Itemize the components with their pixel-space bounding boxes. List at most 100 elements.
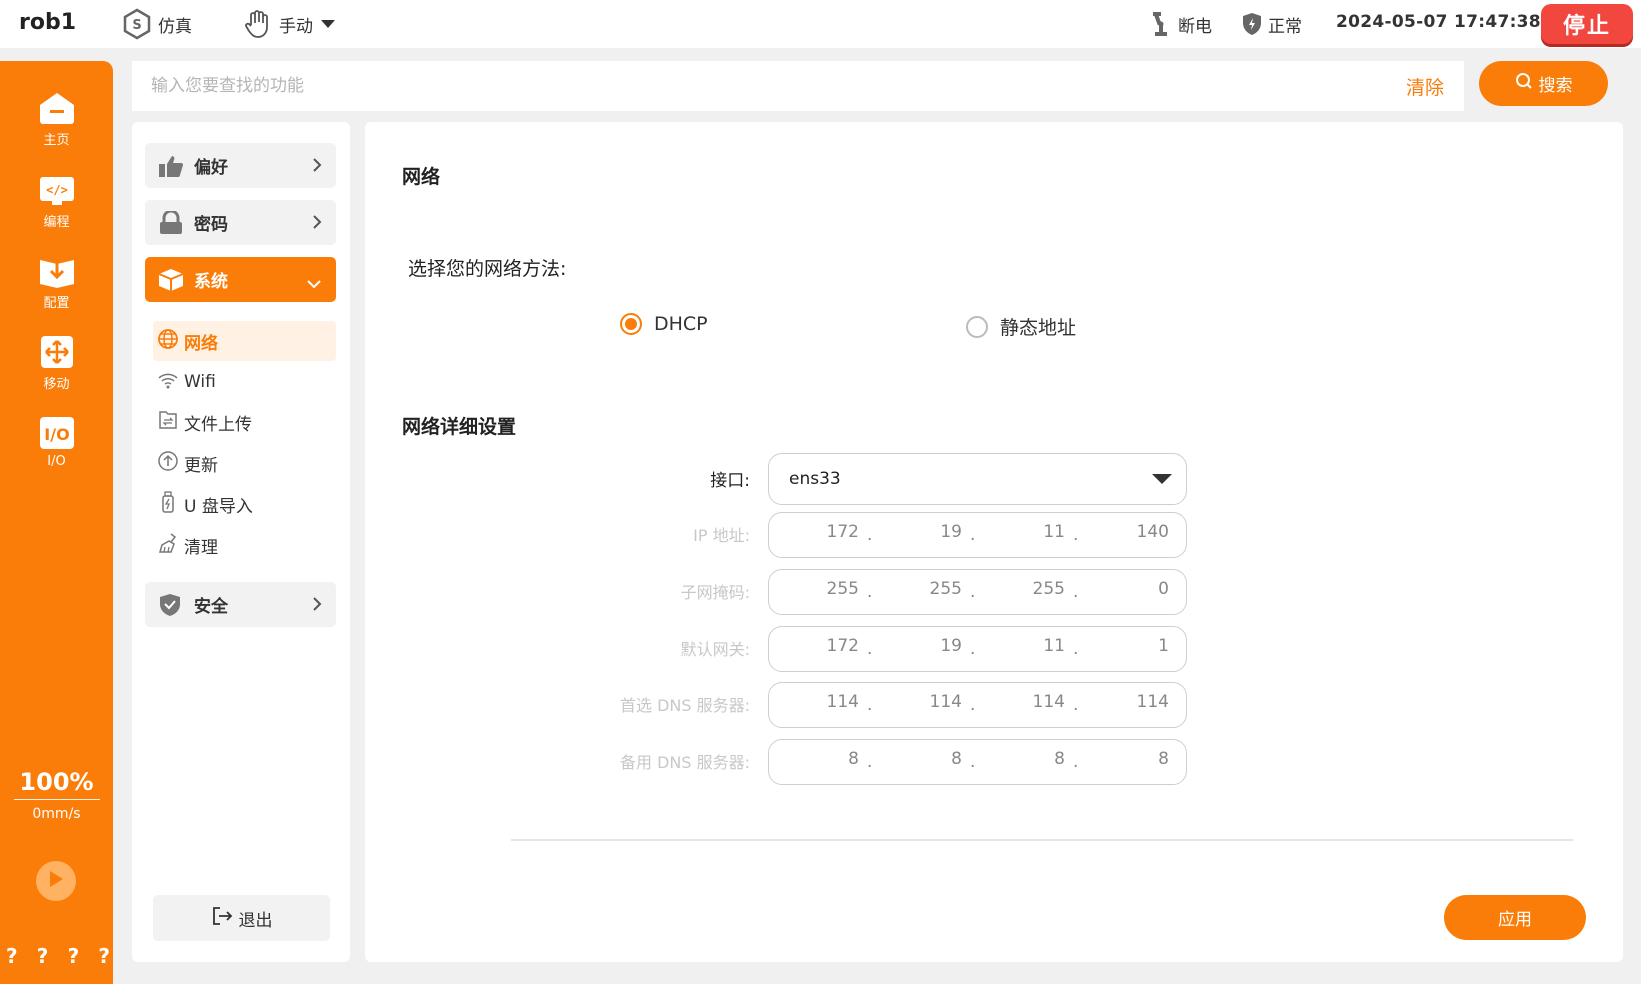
nav-item-program[interactable]: </> 编程 xyxy=(0,173,113,230)
octet[interactable]: 8 xyxy=(985,749,1065,769)
manual-mode-dropdown[interactable]: 手动 xyxy=(243,8,337,40)
radio-label: DHCP xyxy=(654,313,708,335)
octet[interactable]: 255 xyxy=(882,579,962,599)
radio-static[interactable]: 静态地址 xyxy=(966,313,1076,340)
speed-value: 0mm/s xyxy=(32,806,81,822)
robot-arm-icon xyxy=(1150,11,1172,37)
nav-item-config[interactable]: 配置 xyxy=(0,254,113,311)
radio-label: 静态地址 xyxy=(1000,317,1077,339)
interface-label: 接口: xyxy=(710,471,750,491)
radio-circle xyxy=(966,315,988,338)
octet[interactable]: 8 xyxy=(1089,749,1169,769)
status-mark: ? xyxy=(36,944,49,968)
dns-secondary-field[interactable]: 8 . 8 . 8 . 8 xyxy=(768,739,1187,785)
search-input[interactable] xyxy=(132,61,1362,111)
sub-item-usb-import[interactable]: U 盘导入 xyxy=(153,484,336,524)
simulation-mode[interactable]: S 仿真 xyxy=(122,8,192,40)
nav-item-move[interactable]: 移动 xyxy=(0,335,113,392)
search-button[interactable]: 搜索 xyxy=(1479,61,1608,106)
io-icon: I/O xyxy=(38,416,76,450)
gateway-field[interactable]: 172 . 19 . 11 . 1 xyxy=(768,626,1187,672)
octet[interactable]: 255 xyxy=(779,579,859,599)
usb-icon xyxy=(157,490,179,518)
radio-dhcp[interactable]: DHCP xyxy=(620,313,708,335)
menu-group-preferences[interactable]: 偏好 xyxy=(145,143,336,188)
sub-item-label: U 盘导入 xyxy=(184,496,253,517)
octet[interactable]: 114 xyxy=(1089,692,1169,712)
play-button[interactable] xyxy=(36,861,76,901)
file-transfer-icon xyxy=(157,409,179,436)
logout-icon xyxy=(211,905,233,932)
gateway-label: 默认网关: xyxy=(680,640,750,659)
octet[interactable]: 19 xyxy=(882,636,962,656)
octet[interactable]: 11 xyxy=(985,636,1065,656)
sub-item-cleanup[interactable]: 清理 xyxy=(153,525,336,565)
octet[interactable]: 8 xyxy=(779,749,859,769)
sub-item-label: 网络 xyxy=(184,333,218,354)
dns-primary-field[interactable]: 114 . 114 . 114 . 114 xyxy=(768,682,1187,728)
thumbs-up-icon xyxy=(158,154,184,178)
nav-label-home: 主页 xyxy=(43,133,70,148)
code-icon: </> xyxy=(38,173,76,207)
octet[interactable]: 11 xyxy=(985,522,1065,542)
radio-circle xyxy=(620,313,642,335)
octet[interactable]: 140 xyxy=(1089,522,1169,542)
speed-indicator[interactable]: 100% 0mm/s xyxy=(0,768,113,822)
menu-group-password[interactable]: 密码 xyxy=(145,200,336,245)
sub-item-label: 更新 xyxy=(184,455,218,476)
chevron-right-icon xyxy=(312,157,322,178)
nav-item-io[interactable]: I/O I/O xyxy=(0,416,113,469)
menu-group-safety[interactable]: 安全 xyxy=(145,582,336,627)
octet[interactable]: 114 xyxy=(882,692,962,712)
octet[interactable]: 19 xyxy=(882,522,962,542)
chevron-down-icon xyxy=(306,274,322,294)
menu-group-system[interactable]: 系统 xyxy=(145,257,336,302)
svg-text:</>: </> xyxy=(46,183,68,197)
clear-button[interactable]: 清除 xyxy=(1406,73,1444,100)
octet[interactable]: 255 xyxy=(985,579,1065,599)
speed-divider xyxy=(13,799,100,800)
sub-item-file-upload[interactable]: 文件上传 xyxy=(153,402,336,442)
logout-label: 退出 xyxy=(238,910,273,931)
upload-circle-icon xyxy=(157,450,179,477)
chevron-right-icon xyxy=(312,596,322,617)
nav-item-home[interactable]: 主页 xyxy=(0,91,113,148)
stop-button[interactable]: 停止 xyxy=(1541,4,1633,44)
search-button-label: 搜索 xyxy=(1538,76,1573,96)
sub-item-network[interactable]: 网络 xyxy=(153,321,336,361)
octet[interactable]: 8 xyxy=(882,749,962,769)
dns-primary-label: 首选 DNS 服务器: xyxy=(619,696,750,715)
menu-group-label: 安全 xyxy=(194,597,228,617)
logout-button[interactable]: 退出 xyxy=(153,895,330,941)
page-title: 网络 xyxy=(402,166,441,188)
octet[interactable]: 172 xyxy=(779,522,859,542)
status-mark: ? xyxy=(6,944,18,968)
details-title: 网络详细设置 xyxy=(402,416,517,438)
octet[interactable]: 0 xyxy=(1089,579,1169,599)
octet[interactable]: 114 xyxy=(779,692,859,712)
chevron-right-icon xyxy=(312,214,322,235)
dns-secondary-label: 备用 DNS 服务器: xyxy=(619,753,750,772)
caret-down-icon xyxy=(1152,474,1172,484)
menu-group-label: 系统 xyxy=(194,272,228,292)
octet[interactable]: 114 xyxy=(985,692,1065,712)
shield-check-icon xyxy=(158,593,184,617)
ip-address-field[interactable]: 172 . 19 . 11 . 140 xyxy=(768,512,1187,558)
octet[interactable]: 172 xyxy=(779,636,859,656)
power-status: 断电 xyxy=(1150,8,1212,40)
left-nav: 主页 </> 编程 配置 移动 I/O I/O 100% 0mm/s ? ? ?… xyxy=(0,61,113,984)
interface-select[interactable]: ens33 xyxy=(768,453,1187,505)
speed-percent: 100% xyxy=(19,768,94,796)
subnet-mask-field[interactable]: 255 . 255 . 255 . 0 xyxy=(768,569,1187,615)
lock-icon xyxy=(158,210,184,235)
network-settings-panel: 网络 选择您的网络方法: DHCP 静态地址 网络详细设置 接口: ens33 … xyxy=(365,122,1623,962)
octet[interactable]: 1 xyxy=(1089,636,1169,656)
apply-button[interactable]: 应用 xyxy=(1444,895,1586,940)
sub-item-wifi[interactable]: Wifi xyxy=(153,362,336,402)
sub-item-update[interactable]: 更新 xyxy=(153,443,336,483)
simulation-icon: S xyxy=(122,8,152,40)
divider xyxy=(511,839,1573,841)
menu-group-label: 偏好 xyxy=(194,158,228,178)
sub-item-label: 清理 xyxy=(184,537,218,558)
status-mark: ? xyxy=(98,944,110,968)
